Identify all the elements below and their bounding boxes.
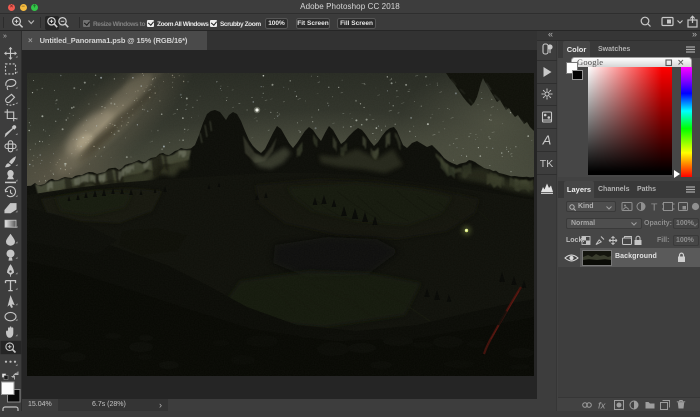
svg-text:TK: TK [540,158,553,170]
svg-text:fx: fx [598,401,607,412]
svg-text:»: » [3,33,7,40]
svg-text:T: T [651,202,658,214]
svg-text:A: A [542,133,552,148]
